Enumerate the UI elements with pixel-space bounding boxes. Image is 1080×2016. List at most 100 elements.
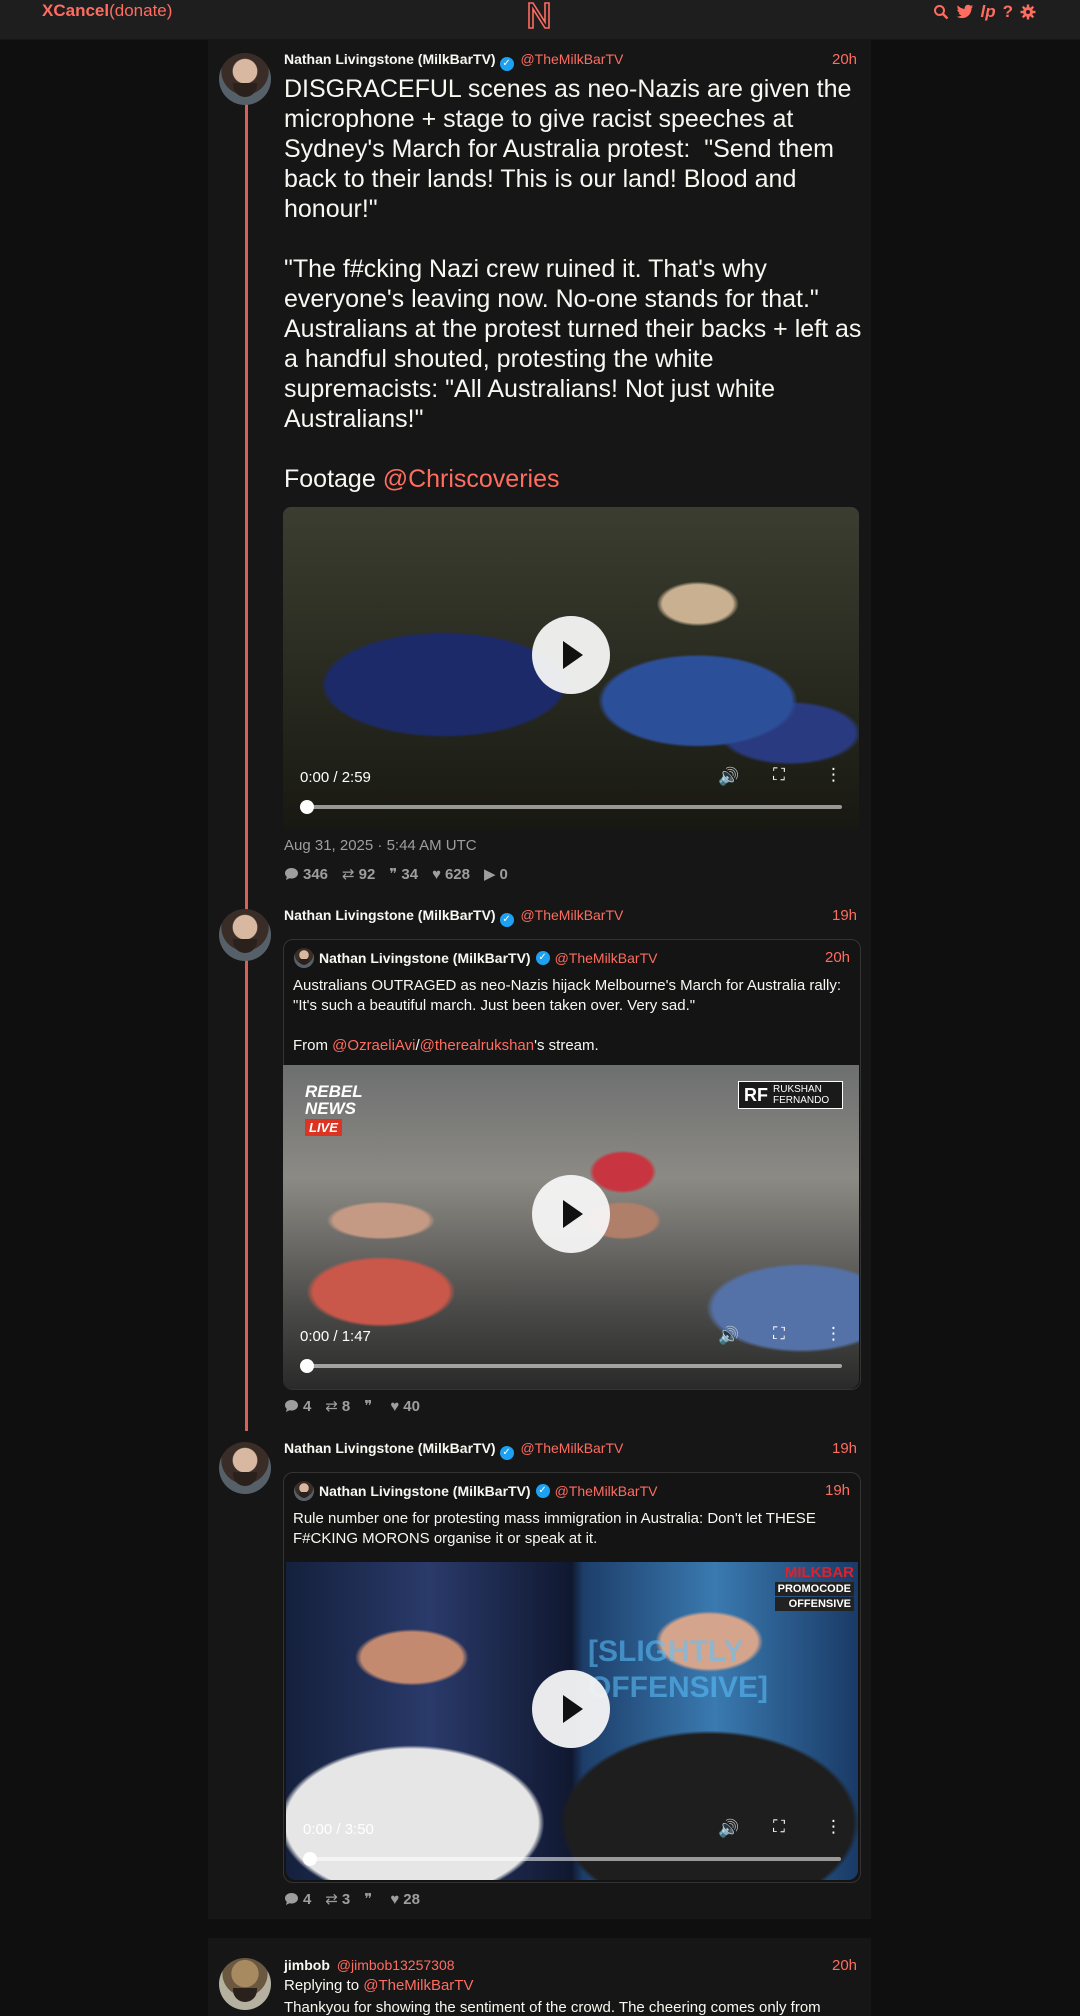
nitter-logo-icon[interactable] [524, 0, 554, 30]
tweet-time[interactable]: 20h [832, 1957, 857, 1974]
quote-stat[interactable]: ❞ [364, 1890, 376, 1908]
site-name[interactable]: XCancel [42, 1, 109, 20]
footage-link[interactable]: @Chriscoveries [383, 465, 560, 493]
retweet-stat[interactable]: ⇄ 8 [325, 1397, 350, 1416]
quoted-tweet[interactable]: Nathan Livingstone (MilkBarTV) ✓ @TheMilk… [283, 939, 861, 1390]
quote-stat[interactable]: ❞ [364, 1397, 376, 1415]
retweet-stat[interactable]: ⇄ 3 [325, 1890, 350, 1909]
quoted-tweet[interactable]: Nathan Livingstone (MilkBarTV) ✓ @TheMilk… [283, 1472, 861, 1883]
quote-text: Rule number one for protesting mass immi… [293, 1510, 820, 1547]
tweet-date[interactable]: Aug 31, 2025 · 5:44 AM UTC [284, 837, 477, 854]
heart-icon: ♥ [432, 865, 441, 883]
quote-source-line: From @OzraeliAvi/@therealrukshan's strea… [293, 1036, 853, 1056]
video-scrubber[interactable] [300, 805, 842, 809]
liberapay-icon[interactable]: lp [981, 2, 996, 22]
reply-stat[interactable]: 4 [284, 1891, 311, 1908]
mention-link[interactable]: @TheMilkBarTV [363, 1977, 473, 1994]
quote-author-name[interactable]: Nathan Livingstone (MilkBarTV) [319, 950, 531, 966]
verified-icon: ✓ [535, 951, 550, 965]
video-player[interactable]: REBEL NEWS LIVE RF RUKSHAN FERNANDO 0:00… [283, 1065, 859, 1389]
gear-icon[interactable] [1020, 4, 1036, 20]
quote-stat[interactable]: ❞ 34 [389, 865, 418, 884]
author-name[interactable]: Nathan Livingstone (MilkBarTV) [284, 907, 496, 923]
tweet-header: jimbob @jimbob13257308 [284, 1957, 455, 1973]
mention-link[interactable]: @therealrukshan [420, 1037, 534, 1054]
video-scrubber[interactable] [300, 1364, 842, 1368]
play-button[interactable] [532, 616, 610, 694]
avatar [294, 948, 314, 968]
author-name[interactable]: Nathan Livingstone (MilkBarTV) [284, 1440, 496, 1456]
retweet-icon: ⇄ [325, 1398, 338, 1415]
reply-text: Thankyou for showing the sentiment of th… [284, 1999, 821, 2016]
quote-icon: ❞ [364, 1891, 373, 1908]
quote-header: Nathan Livingstone (MilkBarTV) ✓ @TheMilk… [294, 948, 657, 968]
like-stat[interactable]: ♥ 628 [432, 866, 470, 883]
fullscreen-icon[interactable]: ⛶ [773, 1817, 785, 1837]
reply-count: 346 [303, 865, 329, 883]
tweet-text: DISGRACEFUL scenes as neo-Nazis are give… [284, 74, 864, 494]
play-button[interactable] [532, 1175, 610, 1253]
play-icon: ▶ [484, 866, 496, 883]
fullscreen-icon[interactable]: ⛶ [773, 765, 785, 785]
video-time: 0:00 / 3:50 [303, 1821, 374, 1838]
like-stat[interactable]: ♥ 28 [390, 1891, 420, 1908]
avatar[interactable] [219, 909, 271, 961]
donate-link[interactable]: (donate) [109, 1, 172, 20]
more-options-icon[interactable]: ⋮ [825, 1817, 842, 1837]
video-player[interactable]: 0:00 / 2:59 🔊 ⛶ ⋮ [283, 507, 859, 830]
author-handle[interactable]: @TheMilkBarTV [520, 1440, 623, 1456]
video-time: 0:00 / 2:59 [300, 769, 371, 786]
author-handle[interactable]: @jimbob13257308 [337, 1957, 455, 1973]
video-player[interactable]: MILKBAR PROMOCODE OFFENSIVE [SLIGHTLY OF… [286, 1562, 858, 1880]
author-handle[interactable]: @TheMilkBarTV [520, 907, 623, 923]
live-text: LIVE [309, 1120, 338, 1135]
mention-link[interactable]: @OzraeliAvi [332, 1037, 415, 1054]
twitter-icon[interactable] [956, 4, 974, 20]
author-name[interactable]: Nathan Livingstone (MilkBarTV) [284, 51, 496, 67]
quote-author-handle[interactable]: @TheMilkBarTV [555, 950, 658, 966]
avatar[interactable] [219, 1958, 271, 2010]
stream-label: 's stream. [534, 1037, 599, 1054]
avatar[interactable] [219, 53, 271, 105]
reply-stat[interactable]: 346 [284, 866, 328, 883]
avatar[interactable] [219, 1442, 271, 1494]
scrubber-handle[interactable] [300, 800, 314, 814]
rf-name: RUKSHAN FERNANDO [773, 1084, 830, 1106]
views-count: 0 [499, 865, 508, 883]
play-button[interactable] [532, 1670, 610, 1748]
help-icon[interactable]: ? [1003, 2, 1013, 22]
volume-icon[interactable]: 🔊 [718, 1326, 739, 1346]
like-stat[interactable]: ♥ 40 [390, 1398, 420, 1415]
like-count: 28 [403, 1890, 420, 1908]
tweet-time[interactable]: 20h [832, 51, 857, 68]
tweet-time[interactable]: 19h [832, 1440, 857, 1457]
views-stat[interactable]: ▶ 0 [484, 865, 508, 884]
fullscreen-icon[interactable]: ⛶ [773, 1324, 785, 1344]
retweet-stat[interactable]: ⇄ 92 [342, 865, 375, 884]
tweet-stats: 4 ⇄ 3 ❞ ♥ 28 [284, 1890, 420, 1908]
volume-icon[interactable]: 🔊 [718, 767, 739, 787]
like-count: 628 [444, 865, 470, 883]
site-brand[interactable]: XCancel(donate) [42, 0, 172, 22]
quote-time[interactable]: 20h [825, 949, 850, 966]
author-handle[interactable]: @TheMilkBarTV [520, 51, 623, 67]
tweet-header: Nathan Livingstone (MilkBarTV) ✓ @TheMilk… [284, 1440, 623, 1460]
search-icon[interactable] [933, 4, 949, 20]
quote-author-handle[interactable]: @TheMilkBarTV [555, 1483, 658, 1499]
more-options-icon[interactable]: ⋮ [825, 1324, 842, 1344]
tweet-time[interactable]: 19h [832, 907, 857, 924]
more-options-icon[interactable]: ⋮ [825, 765, 842, 785]
video-scrubber[interactable] [303, 1857, 841, 1861]
quote-author-name[interactable]: Nathan Livingstone (MilkBarTV) [319, 1483, 531, 1499]
reply-count: 4 [303, 1890, 312, 1908]
scrubber-handle[interactable] [303, 1852, 317, 1866]
quote-time[interactable]: 19h [825, 1482, 850, 1499]
scrubber-handle[interactable] [300, 1359, 314, 1373]
milkbar-logo: MILKBAR PROMOCODE OFFENSIVE [774, 1564, 854, 1611]
volume-icon[interactable]: 🔊 [718, 1819, 739, 1839]
reply-stat[interactable]: 4 [284, 1398, 311, 1415]
quote-header: Nathan Livingstone (MilkBarTV) ✓ @TheMilk… [294, 1481, 657, 1501]
reply-count: 4 [303, 1397, 312, 1415]
author-name[interactable]: jimbob [284, 1957, 330, 1973]
retweet-icon: ⇄ [325, 1891, 338, 1908]
